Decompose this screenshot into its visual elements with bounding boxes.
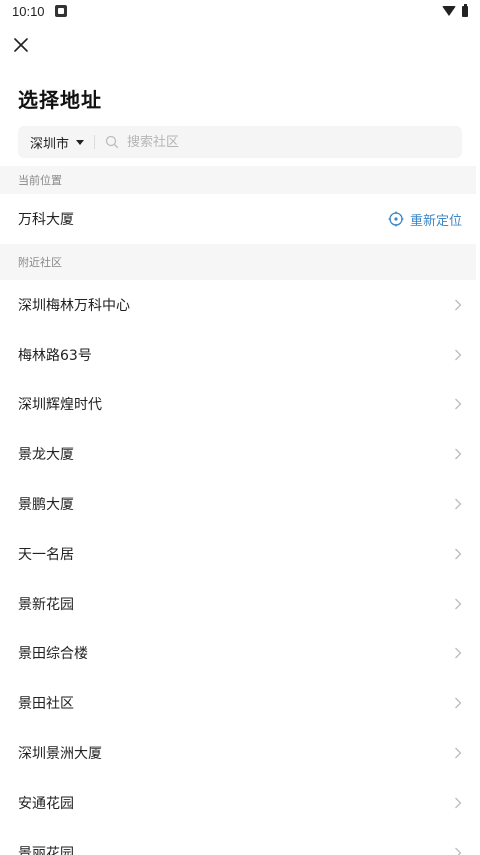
chevron-right-icon bbox=[455, 797, 462, 809]
list-item-label: 景龙大厦 bbox=[18, 447, 74, 464]
search-icon bbox=[105, 135, 119, 149]
battery-icon bbox=[462, 3, 468, 17]
list-item-label: 深圳梅林万科中心 bbox=[18, 297, 130, 314]
list-item-label: 景田综合楼 bbox=[18, 646, 88, 663]
list-item-label: 深圳景洲大厦 bbox=[18, 746, 102, 763]
chevron-right-icon bbox=[455, 399, 462, 410]
list-item[interactable]: 梅林路63号 bbox=[0, 330, 476, 380]
close-button[interactable] bbox=[8, 32, 34, 58]
list-item[interactable]: 景田社区 bbox=[0, 678, 476, 728]
list-item-label: 深圳辉煌时代 bbox=[18, 397, 102, 414]
search-field[interactable] bbox=[95, 126, 462, 158]
wifi-icon bbox=[442, 6, 456, 16]
status-bar: 10:10 bbox=[0, 0, 480, 22]
city-label: 深圳市 bbox=[30, 136, 70, 152]
chevron-right-icon bbox=[455, 747, 462, 759]
list-item-label: 天一名居 bbox=[18, 546, 74, 563]
caret-down-icon bbox=[76, 140, 85, 145]
current-location-header: 当前位置 bbox=[0, 166, 476, 194]
chevron-right-icon bbox=[455, 648, 462, 659]
chevron-right-icon bbox=[455, 847, 462, 855]
chevron-right-icon bbox=[455, 498, 462, 510]
list-item[interactable]: 安通花园 bbox=[0, 778, 476, 828]
status-left: 10:10 bbox=[12, 4, 67, 19]
list-item[interactable]: 景田综合楼 bbox=[0, 629, 476, 679]
close-icon bbox=[14, 38, 28, 52]
city-selector[interactable]: 深圳市 bbox=[18, 126, 94, 158]
chevron-right-icon bbox=[455, 299, 462, 311]
relocate-label: 重新定位 bbox=[409, 213, 462, 229]
list-item[interactable]: 深圳景洲大厦 bbox=[0, 728, 476, 778]
search-bar: 深圳市 bbox=[18, 126, 462, 158]
chevron-right-icon bbox=[455, 349, 462, 361]
screen: 10:10 选择地址 深圳市 当前位置 bbox=[0, 0, 480, 855]
chevron-right-icon bbox=[455, 697, 462, 709]
search-input[interactable] bbox=[125, 133, 430, 151]
relocate-button[interactable]: 重新定位 bbox=[388, 210, 462, 229]
community-list: 深圳梅林万科中心 梅林路63号 深圳辉煌时代 景龙大厦 景鹏大厦 天一名居 景新… bbox=[0, 280, 476, 855]
list-item-label: 梅林路63号 bbox=[18, 347, 92, 364]
list-item[interactable]: 景鹏大厦 bbox=[0, 479, 476, 529]
list-item[interactable]: 深圳梅林万科中心 bbox=[0, 280, 476, 330]
chevron-right-icon bbox=[455, 448, 462, 460]
locate-icon bbox=[388, 211, 404, 227]
list-item-label: 安通花园 bbox=[18, 795, 74, 812]
current-location-name: 万科大厦 bbox=[18, 212, 74, 228]
list-item-label: 景丽花园 bbox=[18, 845, 74, 855]
current-location-row[interactable]: 万科大厦 重新定位 bbox=[0, 194, 476, 244]
list-item[interactable]: 景丽花园 bbox=[0, 828, 476, 855]
current-location-header-label: 当前位置 bbox=[18, 174, 62, 187]
list-item[interactable]: 深圳辉煌时代 bbox=[0, 380, 476, 430]
status-time: 10:10 bbox=[12, 3, 45, 19]
notification-icon bbox=[54, 5, 67, 17]
nearby-header-label: 附近社区 bbox=[18, 256, 62, 269]
nearby-header: 附近社区 bbox=[0, 244, 476, 280]
list-item-label: 景鹏大厦 bbox=[18, 497, 74, 514]
list-item-label: 景新花园 bbox=[18, 596, 74, 613]
list-item-label: 景田社区 bbox=[18, 696, 74, 713]
list-item[interactable]: 景新花园 bbox=[0, 579, 476, 629]
chevron-right-icon bbox=[455, 598, 462, 610]
list-item[interactable]: 景龙大厦 bbox=[0, 429, 476, 479]
status-right bbox=[442, 3, 468, 17]
chevron-right-icon bbox=[455, 548, 462, 560]
list-item[interactable]: 天一名居 bbox=[0, 529, 476, 579]
page-title: 选择地址 bbox=[18, 88, 102, 112]
screen-edge bbox=[476, 0, 480, 855]
